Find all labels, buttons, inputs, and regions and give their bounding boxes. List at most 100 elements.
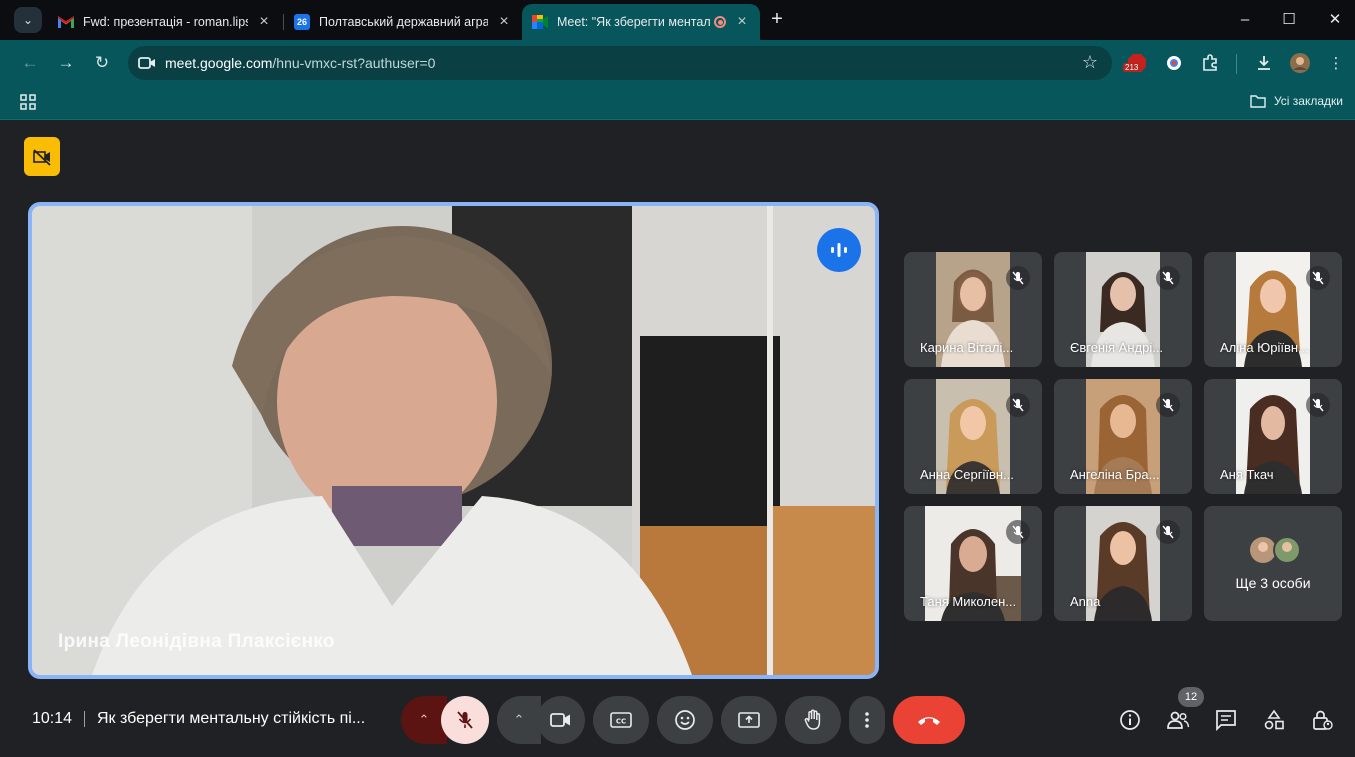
- meeting-controls-bar: 10:14 Як зберегти ментальну стійкість пі…: [0, 680, 1355, 757]
- tab-strip: ⌄ Fwd: презентація - roman.lipsk × 26 По…: [0, 0, 1355, 40]
- chevron-up-icon: ⌃: [418, 712, 430, 727]
- bookmarks-folder-label: Усі закладки: [1273, 94, 1343, 108]
- all-bookmarks-folder[interactable]: Усі закладки: [1250, 94, 1343, 108]
- participant-tile[interactable]: Ангеліна Бра...: [1054, 379, 1192, 494]
- more-vert-icon: [865, 712, 869, 728]
- speaker-video: [32, 206, 875, 675]
- mic-off-icon: [1156, 266, 1180, 290]
- participant-tile[interactable]: Аліна Юріївн...: [1204, 252, 1342, 367]
- participant-name: Аня Ткач: [1220, 467, 1274, 482]
- meet-icon: [532, 14, 548, 30]
- speaker-name: Ірина Леонідівна Плаксієнко: [58, 631, 335, 652]
- profile-avatar[interactable]: [1289, 52, 1311, 74]
- people-button[interactable]: [1166, 708, 1190, 732]
- mic-off-icon: [1306, 393, 1330, 417]
- more-options-button[interactable]: [849, 696, 885, 744]
- minimize-icon[interactable]: –: [1230, 8, 1260, 32]
- tab-search-button[interactable]: ⌄: [14, 7, 42, 33]
- chat-icon: [1216, 710, 1236, 731]
- present-screen-icon: [738, 712, 760, 728]
- tab-title: Meet: "Як зберегти ментал: [557, 15, 710, 29]
- participant-tile[interactable]: Карина Віталі...: [904, 252, 1042, 367]
- activities-button[interactable]: [1262, 708, 1286, 732]
- download-icon[interactable]: [1253, 52, 1275, 74]
- meeting-details-button[interactable]: [1118, 708, 1142, 732]
- close-tab-icon[interactable]: ×: [734, 13, 750, 31]
- meet-stage: Ірина Леонідівна Плаксієнко Карина Вітал…: [8, 121, 1355, 757]
- camera-toggle-button[interactable]: [537, 696, 585, 744]
- participant-tile[interactable]: Євгенія Андрі...: [1054, 252, 1192, 367]
- url-text: meet.google.com/hnu-vmxc-rst?authuser=0: [165, 55, 435, 71]
- meeting-clock: 10:14: [32, 710, 73, 727]
- speaking-indicator-icon: [817, 228, 861, 272]
- participant-name: Ангеліна Бра...: [1070, 467, 1160, 482]
- toolbar-divider: [1236, 54, 1237, 74]
- video-options-button[interactable]: ⌃: [497, 696, 541, 744]
- captions-button[interactable]: CC: [593, 696, 649, 744]
- url-path: /hnu-vmxc-rst?authuser=0: [272, 55, 436, 71]
- video-off-icon: [33, 148, 51, 166]
- close-window-icon[interactable]: ✕: [1320, 8, 1350, 32]
- gmail-icon: [58, 14, 74, 30]
- url-host: meet.google.com: [165, 55, 273, 71]
- video-camera-icon: [550, 713, 570, 727]
- mic-off-icon: [1156, 520, 1180, 544]
- hang-up-icon: [918, 717, 940, 725]
- active-speaker-tile[interactable]: Ірина Леонідівна Плаксієнко: [28, 202, 879, 679]
- participant-name: Анна Сергіївн...: [920, 467, 1014, 482]
- raise-hand-icon: [804, 709, 821, 730]
- participant-tile[interactable]: Таня Миколен...: [904, 506, 1042, 621]
- emoji-icon: [675, 710, 695, 730]
- tab-calendar[interactable]: 26 Полтавський державний аграр ×: [284, 4, 522, 40]
- participant-tile[interactable]: Аня Ткач: [1204, 379, 1342, 494]
- calendar-icon: 26: [294, 14, 310, 30]
- present-screen-button[interactable]: [721, 696, 777, 744]
- tab-gmail[interactable]: Fwd: презентація - roman.lipsk ×: [48, 4, 282, 40]
- tab-meet[interactable]: Meet: "Як зберегти ментал ×: [522, 4, 760, 40]
- extensions-puzzle-icon[interactable]: [1199, 52, 1221, 74]
- forward-arrow-icon[interactable]: →: [54, 51, 78, 75]
- microphone-toggle-button[interactable]: [441, 696, 489, 744]
- extension-adblock-icon[interactable]: 213: [1123, 52, 1148, 74]
- address-bar[interactable]: meet.google.com/hnu-vmxc-rst?authuser=0 …: [128, 46, 1112, 80]
- participant-name: Євгенія Андрі...: [1070, 340, 1164, 355]
- reload-icon[interactable]: ↻: [90, 51, 114, 75]
- apps-grid-icon[interactable]: [20, 94, 36, 110]
- tab-title: Полтавський державний аграр: [319, 15, 488, 29]
- info-icon: [1120, 710, 1140, 730]
- new-tab-button[interactable]: +: [766, 8, 788, 30]
- video-site-icon: [138, 54, 156, 72]
- host-controls-button[interactable]: [1310, 708, 1334, 732]
- participant-name: Аліна Юріївн...: [1220, 340, 1309, 355]
- bookmarks-bar: Усі закладки: [0, 86, 1355, 120]
- mic-off-icon: [1156, 393, 1180, 417]
- close-tab-icon[interactable]: ×: [256, 13, 272, 31]
- mic-off-icon: [1006, 520, 1030, 544]
- closed-captions-icon: CC: [610, 712, 632, 728]
- recording-icon: [714, 16, 726, 28]
- maximize-icon[interactable]: ☐: [1274, 8, 1304, 32]
- extension-circle-icon[interactable]: [1163, 52, 1185, 74]
- people-count-badge: 12: [1178, 687, 1204, 707]
- participant-name: Таня Миколен...: [920, 594, 1017, 609]
- chevron-up-icon: ⌃: [513, 712, 525, 727]
- chat-button[interactable]: [1214, 708, 1238, 732]
- meeting-title: Як зберегти ментальну стійкість пі...: [97, 710, 366, 727]
- more-participants-tile[interactable]: Ще 3 особи: [1204, 506, 1342, 621]
- title-divider: [84, 711, 85, 727]
- leave-call-button[interactable]: [893, 696, 965, 744]
- camera-issue-button[interactable]: [24, 137, 60, 176]
- participant-tile[interactable]: Анна Сергіївн...: [904, 379, 1042, 494]
- raise-hand-button[interactable]: [785, 696, 841, 744]
- browser-menu-icon[interactable]: ⋮: [1325, 52, 1347, 74]
- back-arrow-icon[interactable]: ←: [18, 51, 42, 75]
- mic-off-icon: [1006, 266, 1030, 290]
- close-tab-icon[interactable]: ×: [496, 13, 512, 31]
- svg-text:CC: CC: [616, 718, 626, 726]
- mic-off-icon: [1006, 393, 1030, 417]
- shapes-icon: [1264, 709, 1284, 730]
- bookmark-star-icon[interactable]: ☆: [1082, 52, 1098, 73]
- tab-title: Fwd: презентація - roman.lipsk: [83, 15, 248, 29]
- reactions-button[interactable]: [657, 696, 713, 744]
- participant-tile[interactable]: Anna: [1054, 506, 1192, 621]
